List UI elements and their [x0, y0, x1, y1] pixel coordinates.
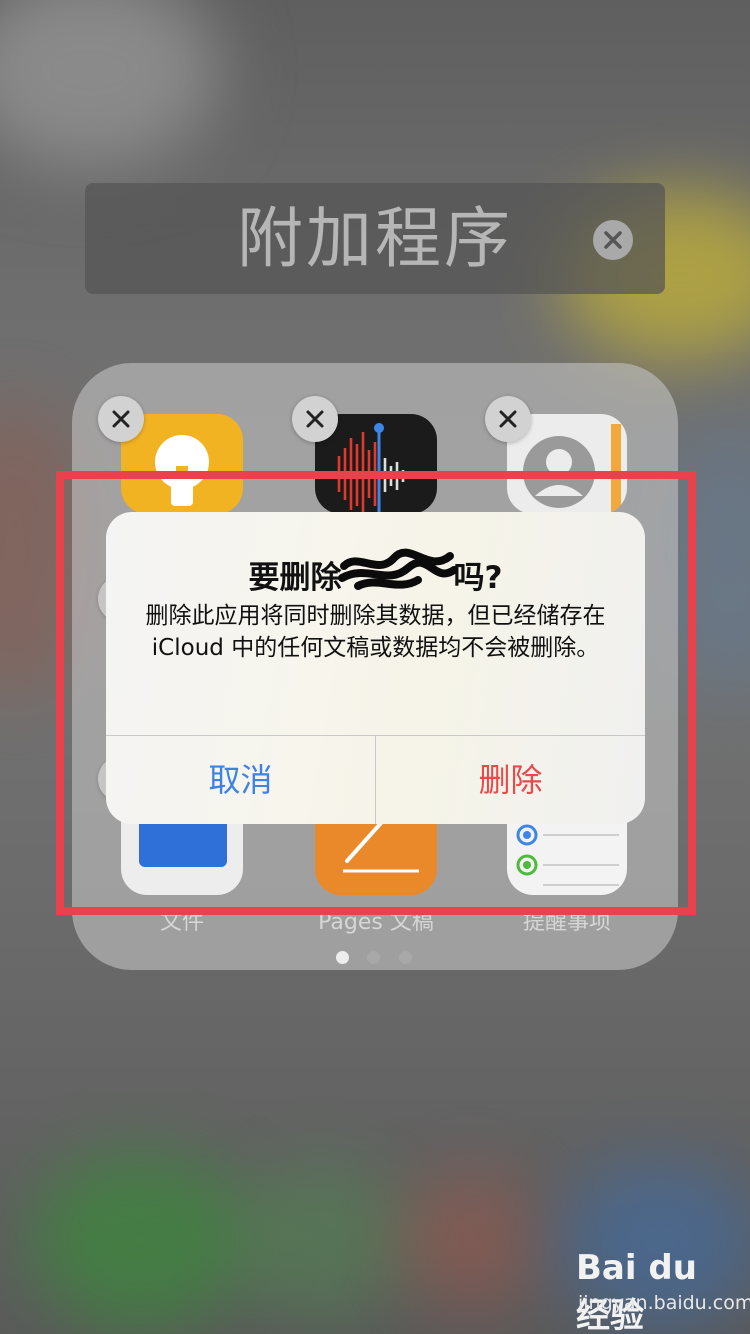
watermark-logo: Bai du 经验: [576, 1248, 697, 1334]
blur-blob: [30, 1150, 250, 1330]
close-icon: [112, 410, 130, 428]
watermark-url: jingyan.baidu.com: [578, 1292, 750, 1314]
close-icon: [604, 231, 622, 249]
highlight-frame: [56, 471, 696, 915]
page-dot[interactable]: [399, 951, 412, 964]
page-dot[interactable]: [367, 951, 380, 964]
close-icon: [499, 410, 517, 428]
delete-app-badge[interactable]: [485, 396, 531, 442]
blur-blob: [400, 1170, 540, 1310]
delete-app-badge[interactable]: [98, 396, 144, 442]
folder-title-field[interactable]: 附加程序: [85, 183, 665, 294]
close-icon: [306, 410, 324, 428]
blur-blob: [230, 1160, 410, 1320]
page-dot-active[interactable]: [336, 951, 349, 964]
clear-title-button[interactable]: [593, 220, 633, 260]
baidu-jingyan-watermark: Bai du 经验 jingyan.baidu.com: [572, 1248, 750, 1334]
folder-title-text: 附加程序: [237, 200, 513, 277]
blur-blob: [0, 0, 220, 170]
home-screen-edit-mode: 附加程序 文件 Pages 文稿 提醒事项 要删除 吗? 删除此应用将同时删除其…: [0, 0, 750, 1334]
delete-app-badge[interactable]: [292, 396, 338, 442]
